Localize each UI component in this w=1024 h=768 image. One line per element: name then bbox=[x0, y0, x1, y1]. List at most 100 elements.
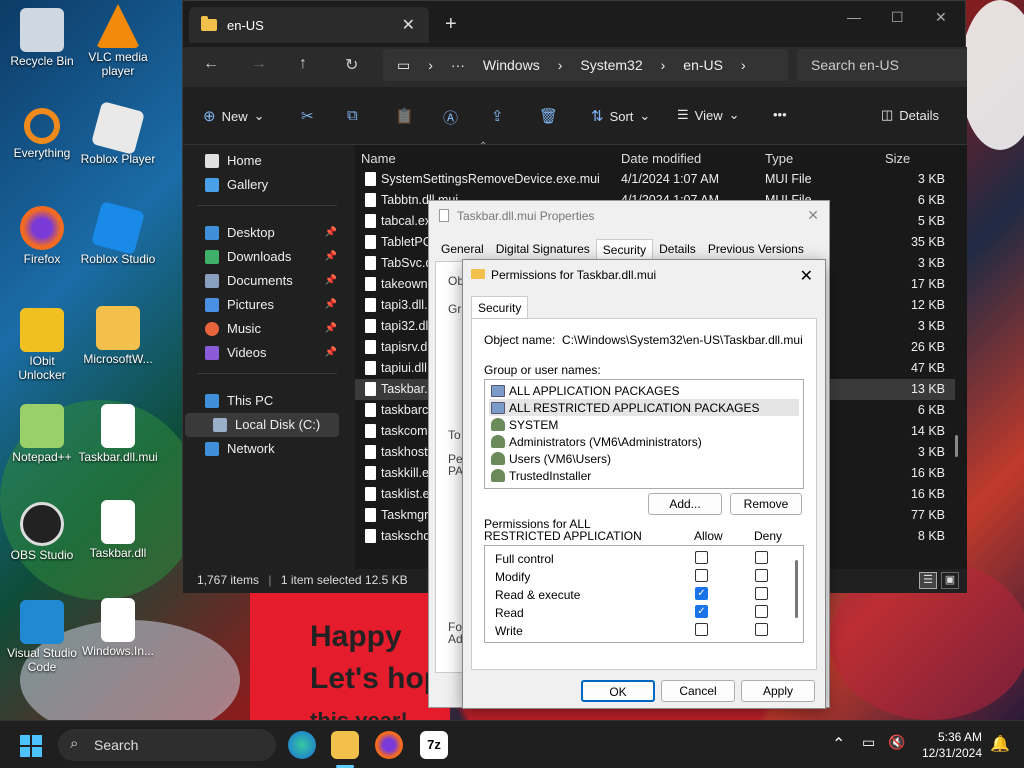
forward-icon[interactable]: → bbox=[251, 55, 267, 73]
notepadpp-desktop-icon[interactable]: Notepad++ bbox=[0, 404, 84, 464]
group-list-item[interactable]: TrustedInstaller bbox=[489, 467, 799, 484]
tab-previous-versions[interactable]: Previous Versions bbox=[702, 239, 810, 260]
7zip-icon[interactable]: 7z bbox=[420, 731, 448, 759]
refresh-icon[interactable]: ↻ bbox=[345, 55, 358, 75]
nav-documents[interactable]: Documents 📌 bbox=[205, 273, 337, 288]
roblox-studio-desktop-icon[interactable]: Roblox Studio bbox=[76, 201, 160, 266]
allow-checkbox[interactable] bbox=[695, 551, 708, 564]
permission-scrollbar[interactable] bbox=[795, 560, 798, 618]
chevron-up-icon[interactable]: ⌃ bbox=[832, 734, 845, 754]
breadcrumb-windows[interactable]: Windows bbox=[483, 57, 540, 73]
tab-security[interactable]: Security bbox=[595, 239, 654, 260]
nav-downloads[interactable]: Downloads 📌 bbox=[205, 249, 337, 264]
apply-button[interactable]: Apply bbox=[741, 680, 815, 702]
tiles-view-icon[interactable]: ▣ bbox=[941, 572, 959, 589]
everything-desktop-icon[interactable]: Everything bbox=[0, 108, 84, 160]
more-options-button[interactable]: ••• bbox=[773, 107, 787, 122]
delete-icon[interactable]: 🗑 bbox=[539, 107, 558, 125]
allow-checkbox[interactable] bbox=[695, 623, 708, 636]
group-list-item[interactable]: Administrators (VM6\Administrators) bbox=[489, 433, 799, 450]
deny-checkbox[interactable] bbox=[755, 587, 768, 600]
explorer-tab[interactable]: en-US ✕ bbox=[189, 7, 429, 43]
nav-music[interactable]: Music 📌 bbox=[205, 321, 337, 336]
cut-icon[interactable]: ✂ bbox=[301, 107, 314, 125]
up-icon[interactable]: ↑ bbox=[299, 55, 307, 73]
group-list-item[interactable]: SYSTEM bbox=[489, 416, 799, 433]
paste-icon[interactable]: 📋 bbox=[395, 107, 414, 125]
details-pane-button[interactable]: ◫ Details bbox=[881, 107, 939, 123]
more-locations-icon[interactable]: ··· bbox=[451, 57, 465, 73]
network-tray-icon[interactable]: ▭ bbox=[862, 734, 875, 751]
maximize-icon[interactable]: ☐ bbox=[891, 9, 904, 26]
deny-checkbox[interactable] bbox=[755, 551, 768, 564]
deny-checkbox[interactable] bbox=[755, 623, 768, 636]
new-button[interactable]: ⊕ New ⌄ bbox=[203, 107, 265, 125]
cancel-button[interactable]: Cancel bbox=[661, 680, 735, 702]
tab-details[interactable]: Details bbox=[653, 239, 702, 260]
close-window-icon[interactable]: ✕ bbox=[935, 9, 947, 26]
ok-button[interactable]: OK bbox=[581, 680, 655, 702]
nav-network[interactable]: Network bbox=[205, 441, 337, 456]
scrollbar-thumb[interactable] bbox=[955, 435, 958, 457]
close-icon[interactable]: ✕ bbox=[800, 266, 813, 286]
close-icon[interactable]: ✕ bbox=[807, 207, 819, 224]
allow-checkbox[interactable] bbox=[695, 569, 708, 582]
close-tab-icon[interactable]: ✕ bbox=[402, 15, 415, 35]
details-view-icon[interactable]: ☰ bbox=[919, 572, 937, 589]
file-explorer-taskbar-icon[interactable] bbox=[331, 731, 359, 759]
nav-pictures[interactable]: Pictures 📌 bbox=[205, 297, 337, 312]
search-input[interactable]: Search en-US bbox=[797, 49, 967, 81]
allow-checkbox[interactable]: ✓ bbox=[695, 587, 708, 600]
roblox-player-desktop-icon[interactable]: Roblox Player bbox=[76, 101, 160, 166]
taskbar-dll-desktop-icon[interactable]: Taskbar.dll bbox=[76, 500, 160, 560]
add-button[interactable]: Add... bbox=[648, 493, 722, 515]
clock[interactable]: 5:36 AM 12/31/2024 bbox=[918, 729, 982, 761]
back-icon[interactable]: ← bbox=[203, 55, 219, 73]
nav-this-pc[interactable]: This PC bbox=[205, 393, 337, 408]
group-list-item[interactable]: ALL RESTRICTED APPLICATION PACKAGES bbox=[489, 399, 799, 416]
breadcrumb-system32[interactable]: System32 bbox=[580, 57, 642, 73]
remove-button[interactable]: Remove bbox=[730, 493, 802, 515]
column-name[interactable]: Name bbox=[361, 151, 396, 166]
nav-gallery[interactable]: Gallery bbox=[205, 177, 337, 192]
tab-general[interactable]: General bbox=[435, 239, 490, 260]
notification-bell-icon[interactable]: 🔔 bbox=[990, 734, 1010, 754]
rename-icon[interactable]: Ⓐ bbox=[443, 107, 458, 128]
microsoftw-folder-desktop-icon[interactable]: MicrosoftW... bbox=[76, 306, 160, 366]
nav-videos[interactable]: Videos 📌 bbox=[205, 345, 337, 360]
breadcrumb-en-us[interactable]: en-US bbox=[683, 57, 723, 73]
vlc-desktop-icon[interactable]: VLC media player bbox=[76, 4, 160, 78]
windows-in-desktop-icon[interactable]: Windows.In... bbox=[76, 598, 160, 658]
view-button[interactable]: ☰ View ⌄ bbox=[677, 107, 740, 123]
deny-checkbox[interactable] bbox=[755, 605, 768, 618]
nav-desktop[interactable]: Desktop 📌 bbox=[205, 225, 337, 240]
tab-digital-signatures[interactable]: Digital Signatures bbox=[490, 239, 596, 260]
start-button[interactable] bbox=[20, 735, 42, 757]
taskbar-search[interactable]: ⌕ Search bbox=[58, 729, 276, 761]
new-tab-button[interactable]: + bbox=[445, 13, 457, 36]
file-row[interactable]: SystemSettingsRemoveDevice.exe.mui 4/1/20… bbox=[355, 169, 955, 190]
address-bar[interactable]: ▭ › ··· Windows › System32 › en-US › bbox=[383, 49, 788, 81]
column-date[interactable]: Date modified bbox=[621, 151, 701, 166]
edge-icon[interactable] bbox=[288, 731, 316, 759]
firefox-desktop-icon[interactable]: Firefox bbox=[0, 206, 84, 266]
minimize-icon[interactable]: — bbox=[847, 9, 861, 25]
recycle-bin-desktop-icon[interactable]: Recycle Bin bbox=[0, 8, 84, 68]
tab-security[interactable]: Security bbox=[471, 296, 529, 319]
firefox-taskbar-icon[interactable] bbox=[375, 731, 403, 759]
group-list-item[interactable]: ALL APPLICATION PACKAGES bbox=[489, 382, 799, 399]
deny-checkbox[interactable] bbox=[755, 569, 768, 582]
iobit-unlocker-desktop-icon[interactable]: IObit Unlocker bbox=[0, 308, 84, 382]
column-size[interactable]: Size bbox=[885, 151, 910, 166]
group-list-item[interactable]: Users (VM6\Users) bbox=[489, 450, 799, 467]
allow-checkbox[interactable]: ✓ bbox=[695, 605, 708, 618]
taskbar-dll-mui-desktop-icon[interactable]: Taskbar.dll.mui bbox=[76, 404, 160, 464]
share-icon[interactable]: ⇪ bbox=[491, 107, 504, 125]
obs-desktop-icon[interactable]: OBS Studio bbox=[0, 502, 84, 562]
nav-local-disk[interactable]: Local Disk (C:) bbox=[213, 417, 345, 432]
copy-icon[interactable]: ⧉ bbox=[347, 107, 358, 124]
column-type[interactable]: Type bbox=[765, 151, 793, 166]
sort-button[interactable]: ⇅ Sort ⌄ bbox=[591, 107, 650, 125]
nav-home[interactable]: Home bbox=[205, 153, 337, 168]
volume-muted-icon[interactable]: 🔇 bbox=[888, 734, 905, 751]
